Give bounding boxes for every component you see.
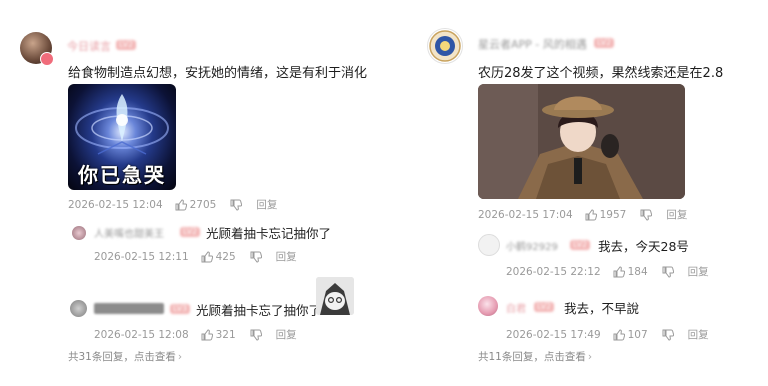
like-icon[interactable] <box>613 265 625 278</box>
view-all-replies-label: 共31条回复，点击查看 <box>68 351 176 363</box>
level-badge: LV2 <box>594 38 615 48</box>
level-badge: LV2 <box>534 302 555 312</box>
username[interactable]: 小鹤92929 <box>506 238 558 253</box>
timestamp: 2026-02-15 12:11 <box>94 250 189 263</box>
comment-screenshot: 今日读言 LV2 给食物制造点幻想，安抚她的情绪，这是有利于消化 你已急哭 20… <box>0 0 768 386</box>
comment-text: 农历28发了这个视频，果然线索还是在2.8 <box>478 66 724 81</box>
dislike-icon[interactable] <box>250 251 262 263</box>
timestamp: 2026-02-15 12:04 <box>68 198 163 211</box>
comment-text: 给食物制造点幻想，安抚她的情绪，这是有利于消化 <box>68 66 368 81</box>
level-badge: LV3 <box>170 304 191 314</box>
redacted-username <box>94 303 164 314</box>
view-all-replies-link[interactable]: 共31条回复，点击查看 › <box>68 349 182 364</box>
username[interactable]: 人美嘴也甜美王 <box>94 225 164 240</box>
reply-text: 光顾着抽卡忘记抽你了 <box>206 226 332 241</box>
avatar[interactable] <box>478 296 498 316</box>
dislike-icon[interactable] <box>250 329 262 341</box>
reply-meta: 2026-02-15 12:08 321 回复 <box>94 327 297 342</box>
like-icon[interactable] <box>201 328 213 341</box>
like-icon[interactable] <box>613 328 625 341</box>
dislike-icon[interactable] <box>662 329 674 341</box>
reply-text: 我去，不早說 <box>564 301 640 316</box>
view-all-replies-label: 共11条回复，点击查看 <box>478 351 586 363</box>
reply-button[interactable]: 回复 <box>688 264 709 279</box>
level-badge: LV2 <box>180 227 201 237</box>
meme-caption: 你已急哭 <box>78 163 166 187</box>
like-icon[interactable] <box>201 250 213 263</box>
video-thumbnail[interactable] <box>478 84 685 199</box>
like-icon[interactable] <box>175 198 187 211</box>
reply-meta: 2026-02-15 12:11 425 回复 <box>94 249 297 264</box>
comment-meta: 2026-02-15 12:04 2705 回复 <box>68 197 277 212</box>
dislike-icon[interactable] <box>230 199 243 211</box>
like-count: 2705 <box>189 198 217 211</box>
level-badge: LV2 <box>116 40 137 50</box>
comment-meta: 2026-02-15 17:04 1957 回复 <box>478 207 687 222</box>
emblem-icon <box>429 30 461 62</box>
reply-text: 光顾着抽卡忘了抽你了 <box>196 303 322 318</box>
avatar[interactable] <box>72 226 86 240</box>
timestamp: 2026-02-15 22:12 <box>506 265 601 278</box>
like-count: 184 <box>627 265 648 278</box>
reply-button[interactable]: 回复 <box>276 327 297 342</box>
reply-meta: 2026-02-15 22:12 184 回复 <box>506 264 709 279</box>
avatar[interactable] <box>70 300 87 317</box>
username[interactable]: 白君 <box>506 300 526 315</box>
reply-text: 我去，今天28号 <box>598 239 689 254</box>
like-count: 107 <box>627 328 648 341</box>
like-count: 321 <box>215 328 236 341</box>
view-all-replies-link[interactable]: 共11条回复，点击查看 › <box>478 349 592 364</box>
chevron-right-icon: › <box>177 351 183 363</box>
reply-button[interactable]: 回复 <box>688 327 709 342</box>
dislike-icon[interactable] <box>640 209 653 221</box>
dislike-icon[interactable] <box>662 266 674 278</box>
avatar-badge-icon <box>40 52 54 66</box>
timestamp: 2026-02-15 17:04 <box>478 208 573 221</box>
like-count: 425 <box>215 250 236 263</box>
chevron-right-icon: › <box>587 351 593 363</box>
reply-button[interactable]: 回复 <box>256 197 277 212</box>
username[interactable]: 今日读言 <box>67 38 111 54</box>
timestamp: 2026-02-15 12:08 <box>94 328 189 341</box>
avatar[interactable] <box>427 28 463 64</box>
reply-button[interactable]: 回复 <box>276 249 297 264</box>
timestamp: 2026-02-15 17:49 <box>506 328 601 341</box>
like-count: 1957 <box>599 208 627 221</box>
like-icon[interactable] <box>585 208 597 221</box>
reply-meta: 2026-02-15 17:49 107 回复 <box>506 327 709 342</box>
reply-image[interactable] <box>316 277 354 315</box>
username[interactable]: 星云者APP - 风的相遇 <box>478 36 587 52</box>
level-badge: LV2 <box>570 240 591 250</box>
reply-button[interactable]: 回复 <box>666 207 687 222</box>
meme-image[interactable]: 你已急哭 <box>68 84 176 190</box>
avatar[interactable] <box>478 234 500 256</box>
